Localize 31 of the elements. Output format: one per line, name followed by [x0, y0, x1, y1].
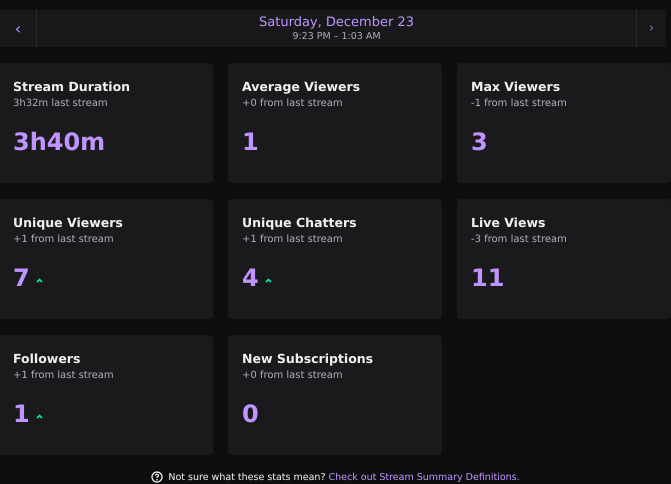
stat-comparison: -1 from last stream	[471, 97, 568, 111]
stat-comparison: +1 from last stream	[242, 233, 344, 247]
stat-comparison: +0 from last stream	[242, 369, 344, 383]
stat-title: Unique Viewers	[13, 215, 124, 231]
stat-title: New Subscriptions	[242, 351, 374, 367]
previous-button[interactable]: ‹	[0, 10, 37, 47]
stat-comparison: +0 from last stream	[242, 97, 344, 111]
help-icon	[151, 471, 164, 483]
stat-value: 11	[471, 263, 504, 293]
stat-comparison: +1 from last stream	[13, 369, 115, 383]
stream-time-range: 9:23 PM – 1:03 AM	[292, 31, 381, 43]
definitions-link[interactable]: Check out Stream Summary Definitions.	[328, 472, 520, 482]
stat-comparison: 3h32m last stream	[13, 97, 109, 111]
stat-value: 7	[13, 263, 30, 293]
stat-title: Max Viewers	[471, 79, 562, 95]
stream-date: Saturday, December 23	[259, 14, 414, 31]
stat-value: 0	[242, 399, 259, 429]
stat-value: 4	[242, 263, 259, 293]
stat-value: 1	[242, 127, 259, 157]
stat-title: Average Viewers	[242, 79, 362, 95]
stat-comparison: -3 from last stream	[471, 233, 568, 247]
stat-value: 3h40m	[13, 127, 106, 157]
stat-title: Stream Duration	[13, 79, 132, 95]
next-button[interactable]: ›	[636, 10, 666, 47]
stat-value: 3	[471, 127, 488, 157]
stat-title: Live Views	[471, 215, 546, 231]
stat-value: 1	[13, 399, 30, 429]
help-note: Not sure what these stats mean? Check out Stream Summary Definitions.	[168, 472, 520, 482]
stat-title: Unique Chatters	[242, 215, 358, 231]
stat-title: Followers	[13, 351, 82, 367]
stat-comparison: +1 from last stream	[13, 233, 115, 247]
